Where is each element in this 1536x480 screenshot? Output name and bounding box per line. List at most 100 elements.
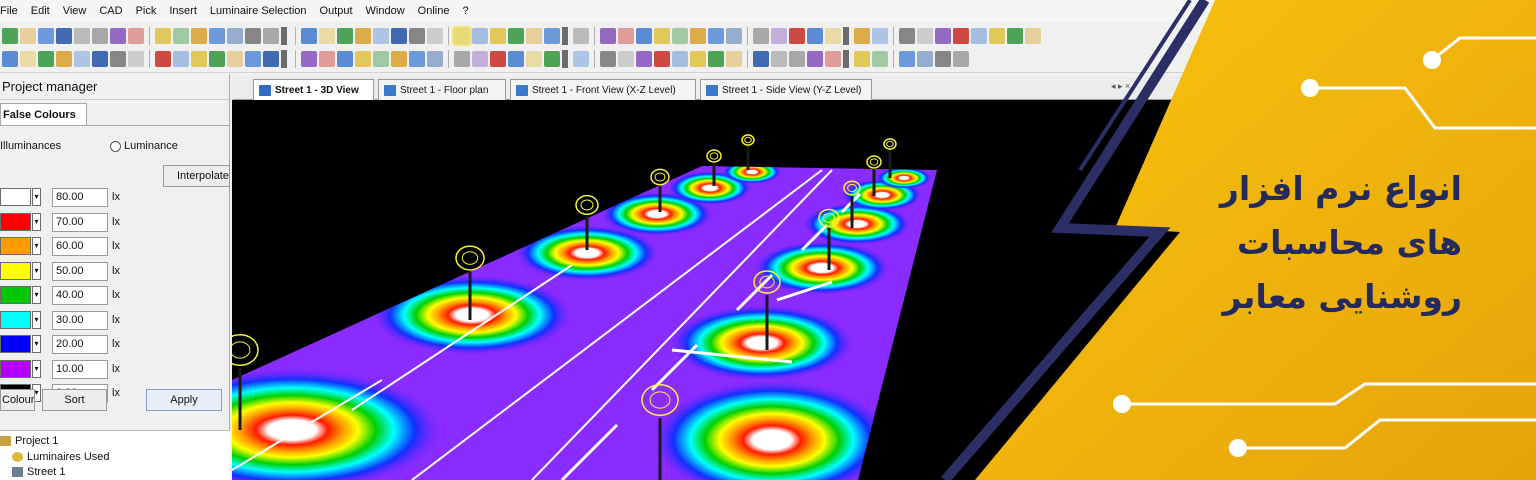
- luminaire-pole[interactable]: [741, 134, 755, 170]
- apply-button[interactable]: Apply: [146, 389, 222, 411]
- select-arrow-icon[interactable]: [110, 27, 126, 44]
- redo-icon[interactable]: [391, 27, 407, 44]
- select-arrow-icon[interactable]: [472, 51, 488, 67]
- folder-open-icon[interactable]: [301, 27, 317, 44]
- colour-swatch[interactable]: [0, 237, 31, 255]
- toolbar-grip-icon[interactable]: [281, 50, 287, 68]
- menu-item-insert[interactable]: Insert: [169, 5, 197, 17]
- luminaire-icon[interactable]: [409, 51, 425, 67]
- settings-icon[interactable]: [263, 27, 279, 44]
- chevron-down-icon[interactable]: ▾: [32, 212, 41, 231]
- chevron-down-icon[interactable]: ▾: [32, 188, 41, 206]
- settings-icon[interactable]: [789, 51, 805, 67]
- settings-icon[interactable]: [128, 51, 144, 67]
- pdf-icon[interactable]: [789, 27, 805, 44]
- tab-scroll-arrows[interactable]: ◂ ▸ ×: [1111, 81, 1130, 92]
- tree-item-project[interactable]: Project 1: [0, 435, 58, 447]
- zoom-icon[interactable]: [490, 27, 506, 44]
- undo-icon[interactable]: [672, 27, 688, 44]
- pdf-icon[interactable]: [654, 51, 670, 67]
- zoom-icon[interactable]: [319, 27, 335, 44]
- zoom-icon[interactable]: [20, 51, 36, 67]
- print-icon[interactable]: [573, 27, 589, 44]
- folder-open-icon[interactable]: [636, 27, 652, 44]
- undo-icon[interactable]: [872, 51, 888, 67]
- zoom-icon[interactable]: [654, 27, 670, 44]
- tab-false-colours[interactable]: False Colours: [0, 103, 87, 125]
- save-icon[interactable]: [227, 51, 243, 67]
- tab-floor-plan[interactable]: Street 1 - Floor plan: [378, 79, 506, 100]
- threshold-input[interactable]: 20.00: [52, 335, 108, 354]
- pdf-icon[interactable]: [825, 51, 841, 67]
- radio-luminance[interactable]: Luminance: [110, 140, 178, 152]
- interpolate-button[interactable]: Interpolate: [163, 165, 230, 187]
- tree-item-street[interactable]: Street 1: [12, 466, 66, 478]
- redo-icon[interactable]: [92, 51, 108, 67]
- luminaire-icon[interactable]: [544, 27, 560, 44]
- radio-illuminances[interactable]: Illuminances: [0, 140, 61, 152]
- pdf-icon[interactable]: [618, 27, 634, 44]
- pdf-icon[interactable]: [452, 25, 472, 46]
- menu-item-file[interactable]: File: [0, 5, 18, 17]
- print-icon[interactable]: [899, 27, 915, 44]
- menu-item-window[interactable]: Window: [366, 5, 405, 17]
- print-icon[interactable]: [600, 51, 616, 67]
- zoom-icon[interactable]: [825, 27, 841, 44]
- save-icon[interactable]: [854, 27, 870, 44]
- folder-open-icon[interactable]: [508, 51, 524, 67]
- redo-icon[interactable]: [917, 51, 933, 67]
- redo-icon[interactable]: [753, 51, 769, 67]
- luminaire-icon[interactable]: [899, 51, 915, 67]
- select-arrow-icon[interactable]: [636, 51, 652, 67]
- menu-item-cad[interactable]: CAD: [99, 5, 122, 17]
- select-arrow-icon[interactable]: [600, 27, 616, 44]
- undo-icon[interactable]: [1007, 27, 1023, 44]
- chevron-down-icon[interactable]: ▾: [32, 286, 41, 304]
- luminaire-icon[interactable]: [245, 51, 261, 67]
- chevron-down-icon[interactable]: ▾: [32, 310, 41, 329]
- zoom-icon[interactable]: [355, 51, 371, 67]
- menu-item-?[interactable]: ?: [462, 5, 468, 17]
- folder-open-icon[interactable]: [672, 51, 688, 67]
- colours-button[interactable]: Colours: [0, 389, 35, 411]
- chevron-down-icon[interactable]: ▾: [32, 335, 41, 353]
- select-arrow-icon[interactable]: [807, 51, 823, 67]
- folder-open-icon[interactable]: [2, 51, 18, 67]
- select-arrow-icon[interactable]: [771, 27, 787, 44]
- save-icon[interactable]: [20, 27, 36, 44]
- undo-icon[interactable]: [2, 27, 18, 44]
- colour-swatch[interactable]: [0, 286, 31, 304]
- save-icon[interactable]: [191, 27, 207, 44]
- folder-open-icon[interactable]: [472, 27, 488, 44]
- settings-icon[interactable]: [92, 27, 108, 44]
- print-icon[interactable]: [409, 27, 425, 44]
- radio-circle-icon[interactable]: [110, 140, 121, 152]
- chevron-down-icon[interactable]: ▾: [32, 237, 41, 255]
- menu-item-view[interactable]: View: [63, 5, 87, 17]
- redo-icon[interactable]: [427, 51, 443, 67]
- chevron-down-icon[interactable]: ▾: [32, 261, 41, 280]
- luminaire-icon[interactable]: [209, 27, 225, 44]
- pdf-icon[interactable]: [155, 51, 171, 67]
- colour-swatch[interactable]: [0, 188, 31, 206]
- undo-icon[interactable]: [508, 27, 524, 44]
- colour-swatch[interactable]: [0, 261, 31, 280]
- save-icon[interactable]: [1025, 27, 1041, 44]
- threshold-input[interactable]: 50.00: [52, 261, 108, 281]
- menu-item-pick[interactable]: Pick: [136, 5, 157, 17]
- luminaire-icon[interactable]: [573, 51, 589, 67]
- toolbar-grip-icon[interactable]: [843, 50, 849, 68]
- colour-swatch[interactable]: [0, 212, 31, 231]
- menu-item-output[interactable]: Output: [320, 5, 353, 17]
- menu-item-luminaire-selection[interactable]: Luminaire Selection: [210, 5, 307, 17]
- zoom-icon[interactable]: [155, 27, 171, 44]
- redo-icon[interactable]: [726, 27, 742, 44]
- undo-icon[interactable]: [38, 51, 54, 67]
- undo-icon[interactable]: [173, 27, 189, 44]
- threshold-input[interactable]: 60.00: [52, 237, 108, 256]
- tab-3d-view[interactable]: Street 1 - 3D View: [253, 79, 374, 100]
- select-arrow-icon[interactable]: [935, 27, 951, 44]
- luminaire-icon[interactable]: [708, 27, 724, 44]
- pdf-icon[interactable]: [953, 27, 969, 44]
- threshold-input[interactable]: 40.00: [52, 286, 108, 305]
